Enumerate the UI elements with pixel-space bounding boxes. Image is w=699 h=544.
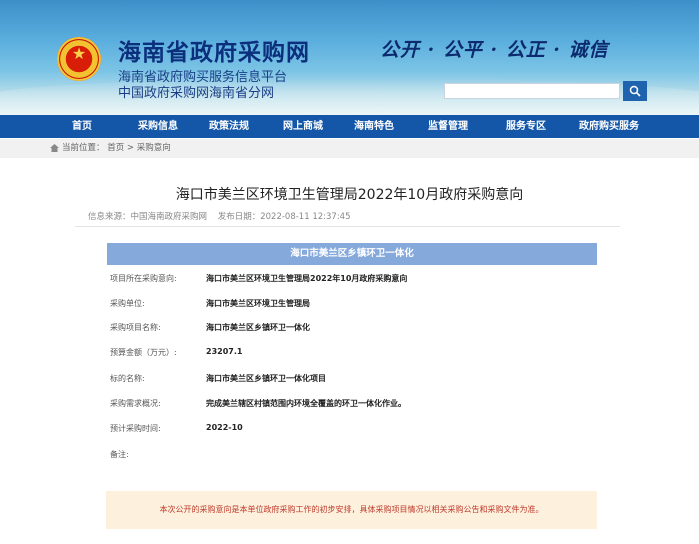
main-nav: 首页 采购信息 政策法规 网上商城 海南特色 监督管理 服务专区 政府购买服务 (0, 115, 699, 138)
row-value: 2022-10 (206, 423, 243, 432)
nav-item-procurement-info[interactable]: 采购信息 (124, 115, 192, 138)
article-source: 信息来源：中国海南政府采购网 (88, 212, 208, 222)
row-label: 预算金额（万元）: (110, 348, 177, 357)
site-subtitle-2: 中国政府采购网海南省分网 (118, 86, 275, 101)
article-title: 海口市美兰区环境卫生管理局2022年10月政府采购意向 (175, 187, 524, 203)
breadcrumb: 当前位置： 首页 > 采购意向 (0, 139, 699, 158)
row-label: 备注: (110, 450, 129, 459)
slogan: 公开 · 公平 · 公正 · 诚信 (380, 39, 609, 61)
row-label: 预计采购时间: (110, 424, 161, 433)
row-label: 采购项目名称: (110, 323, 161, 332)
nav-item-home[interactable]: 首页 (40, 115, 124, 138)
row-value: 海口市美兰区乡镇环卫一体化 (206, 323, 310, 332)
nav-item-hainan-feature[interactable]: 海南特色 (340, 115, 408, 138)
project-header: 海口市美兰区乡镇环卫一体化 (107, 243, 597, 265)
breadcrumb-text[interactable]: 当前位置： 首页 > 采购意向 (62, 139, 171, 158)
notice-banner: 本次公开的采购意向是本单位政府采购工作的初步安排，具体采购项目情况以相关采购公告… (106, 491, 597, 529)
row-label: 采购需求概况: (110, 399, 161, 408)
row-label: 标的名称: (110, 374, 145, 383)
nav-item-gov-service-purchase[interactable]: 政府购买服务 (564, 115, 654, 138)
search-icon (629, 85, 641, 97)
row-value: 海口市美兰区环境卫生管理局 (206, 299, 310, 308)
header-banner: ★ 海南省政府采购网 海南省政府购买服务信息平台 中国政府采购网海南省分网 公开… (0, 0, 699, 115)
row-label: 采购单位: (110, 299, 145, 308)
row-value: 23207.1 (206, 347, 243, 356)
search-button[interactable] (623, 81, 647, 101)
article-date: 发布日期：2022-08-11 12:37:45 (217, 212, 351, 222)
site-title[interactable]: 海南省政府采购网 (118, 33, 310, 67)
divider (75, 226, 620, 227)
article-meta: 信息来源：中国海南政府采购网 发布日期：2022-08-11 12:37:45 (88, 210, 359, 222)
row-label: 项目所在采购意向: (110, 274, 177, 283)
search-input[interactable] (444, 83, 620, 99)
nav-item-online-mall[interactable]: 网上商城 (266, 115, 340, 138)
row-value: 海口市美兰区环境卫生管理局2022年10月政府采购意向 (206, 274, 408, 283)
nav-item-policy[interactable]: 政策法规 (192, 115, 266, 138)
national-emblem-icon: ★ (57, 37, 101, 81)
row-value: 海口市美兰区乡镇环卫一体化项目 (206, 374, 326, 383)
nav-item-service-zone[interactable]: 服务专区 (488, 115, 564, 138)
row-value: 完成美兰辖区村镇范围内环境全覆盖的环卫一体化作业。 (206, 399, 406, 408)
home-icon (50, 144, 59, 152)
nav-item-supervision[interactable]: 监督管理 (408, 115, 488, 138)
